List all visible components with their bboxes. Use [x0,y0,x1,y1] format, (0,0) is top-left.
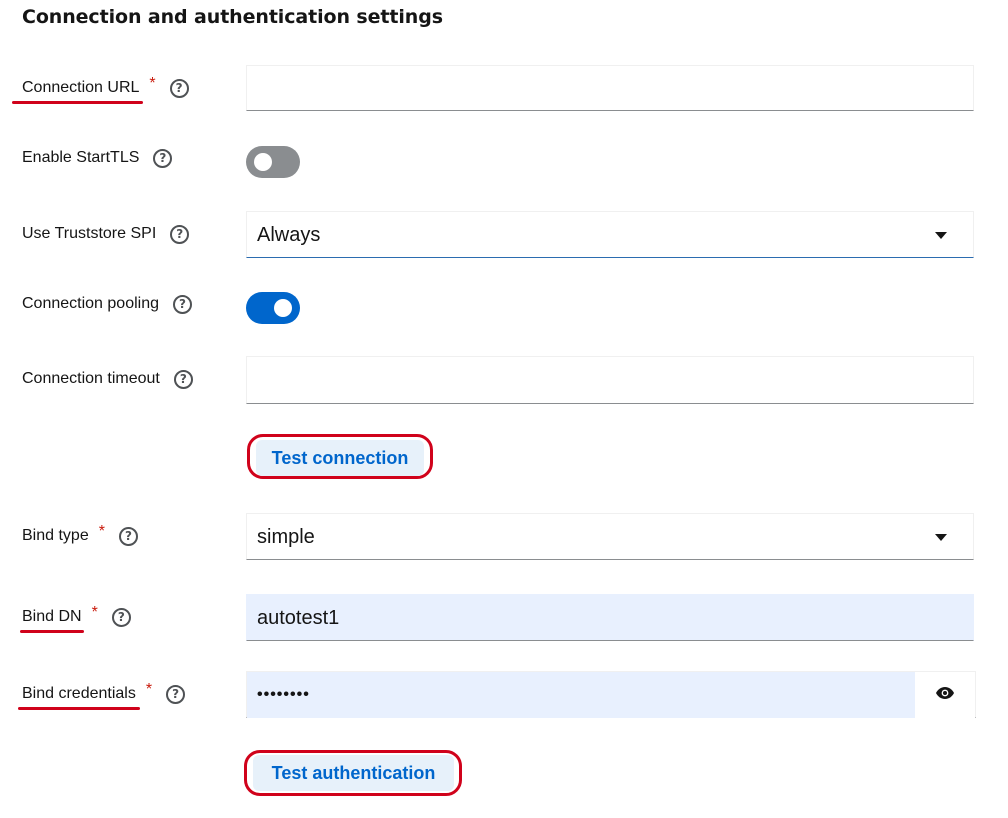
annotation-underline [18,707,140,710]
use-truststore-spi-value: Always [257,224,321,246]
annotation-underline [12,101,143,104]
help-icon[interactable]: ? [153,148,173,168]
bind-dn-label-group: Bind DN * ? [22,604,131,629]
connection-timeout-label-group: Connection timeout ? [22,367,193,391]
bind-credentials-input[interactable]: •••••••• [247,672,915,718]
toggle-knob [254,153,272,171]
enable-starttls-label-group: Enable StartTLS ? [22,146,173,170]
annotation-underline [20,630,84,633]
connection-timeout-input[interactable] [246,356,974,404]
bind-credentials-field: •••••••• [246,671,976,718]
enable-starttls-toggle[interactable] [246,146,300,178]
enable-starttls-label: Enable StartTLS [22,149,140,166]
use-truststore-spi-label-group: Use Truststore SPI ? [22,222,190,246]
bind-type-label-group: Bind type * ? [22,523,138,548]
bind-type-select[interactable]: simple [246,513,974,560]
use-truststore-spi-label: Use Truststore SPI [22,225,157,242]
caret-down-icon [935,534,947,541]
toggle-knob [274,299,292,317]
required-asterisk: * [149,75,156,92]
required-asterisk: * [145,681,153,698]
help-icon[interactable]: ? [111,607,131,627]
bind-dn-input[interactable]: autotest1 [246,594,974,641]
caret-down-icon [935,232,947,239]
connection-pooling-label-group: Connection pooling ? [22,292,192,316]
connection-timeout-label: Connection timeout [22,370,160,387]
connection-pooling-label: Connection pooling [22,295,159,312]
connection-pooling-toggle[interactable] [246,292,300,324]
help-icon[interactable]: ? [166,684,186,704]
required-asterisk: * [91,604,98,621]
connection-url-label: Connection URL [22,79,140,96]
bind-credentials-label: Bind credentials [22,685,136,702]
connection-url-input[interactable] [246,65,974,111]
use-truststore-spi-select[interactable]: Always [246,211,974,258]
help-icon[interactable]: ? [173,294,192,314]
help-icon[interactable]: ? [169,78,189,98]
help-icon[interactable]: ? [170,224,190,244]
test-connection-button[interactable]: Test connection [256,440,424,476]
connection-url-label-group: Connection URL * ? [22,75,189,100]
test-authentication-button[interactable]: Test authentication [253,755,454,791]
bind-credentials-label-group: Bind credentials * ? [22,681,186,706]
help-icon[interactable]: ? [173,369,193,389]
section-title: Connection and authentication settings [22,6,443,28]
help-icon[interactable]: ? [118,526,138,546]
bind-type-label: Bind type [22,527,89,544]
bind-credentials-value: •••••••• [257,686,310,703]
bind-type-value: simple [257,526,315,548]
required-asterisk: * [98,523,105,540]
eye-icon [936,687,954,699]
bind-dn-label: Bind DN [22,608,82,625]
bind-dn-value: autotest1 [257,607,340,629]
show-password-button[interactable] [915,672,975,718]
